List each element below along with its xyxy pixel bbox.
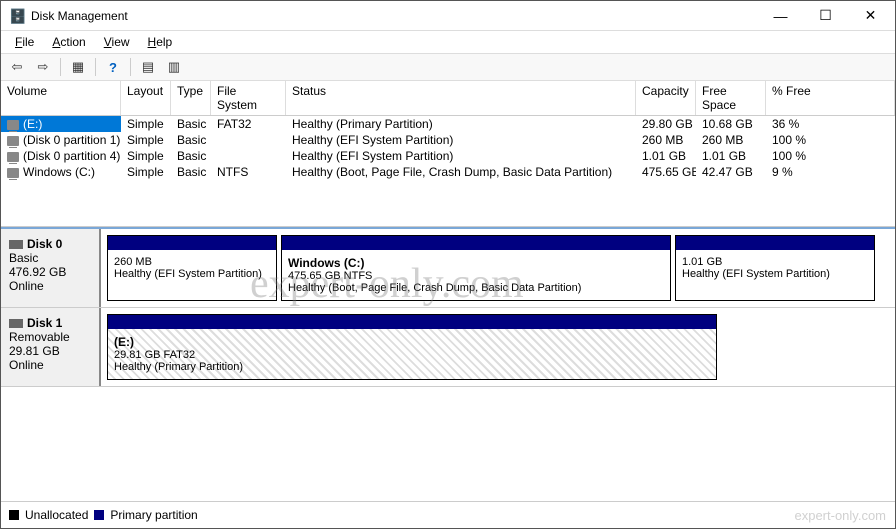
disk-icon — [9, 319, 23, 328]
disk-icon — [9, 240, 23, 249]
partition[interactable]: 260 MBHealthy (EFI System Partition) — [107, 235, 277, 301]
title-bar: 🗄️ Disk Management — ☐ ✕ — [1, 1, 895, 31]
col-filesystem[interactable]: File System — [211, 81, 286, 115]
disk-row: Disk 1Removable29.81 GBOnline(E:)29.81 G… — [1, 308, 895, 387]
close-button[interactable]: ✕ — [848, 1, 893, 31]
col-volume[interactable]: Volume — [1, 81, 121, 115]
disk-partitions: 260 MBHealthy (EFI System Partition)Wind… — [101, 229, 895, 307]
col-layout[interactable]: Layout — [121, 81, 171, 115]
toolbar-separator — [95, 58, 96, 76]
disk-row: Disk 0Basic476.92 GBOnline260 MBHealthy … — [1, 229, 895, 308]
partition-bar — [108, 315, 716, 329]
disk-partitions: (E:)29.81 GB FAT32Healthy (Primary Parti… — [101, 308, 895, 386]
minimize-button[interactable]: — — [758, 1, 803, 31]
col-freespace[interactable]: Free Space — [696, 81, 766, 115]
view-bottom-button[interactable]: ▥ — [162, 56, 186, 78]
col-status[interactable]: Status — [286, 81, 636, 115]
drive-icon — [7, 168, 19, 178]
disk-header[interactable]: Disk 0Basic476.92 GBOnline — [1, 229, 101, 307]
drive-icon — [7, 136, 19, 146]
col-percentfree[interactable]: % Free — [766, 81, 895, 115]
menu-file[interactable]: File — [7, 33, 42, 51]
volume-row[interactable]: (Disk 0 partition 4)SimpleBasicHealthy (… — [1, 148, 895, 164]
legend-primary-label: Primary partition — [110, 508, 197, 522]
partition[interactable]: (E:)29.81 GB FAT32Healthy (Primary Parti… — [107, 314, 717, 380]
app-icon: 🗄️ — [9, 8, 25, 24]
partition[interactable]: 1.01 GBHealthy (EFI System Partition) — [675, 235, 875, 301]
col-type[interactable]: Type — [171, 81, 211, 115]
volume-row[interactable]: (Disk 0 partition 1)SimpleBasicHealthy (… — [1, 132, 895, 148]
toolbar-separator — [60, 58, 61, 76]
partition-bar — [108, 236, 276, 250]
volume-table-header: Volume Layout Type File System Status Ca… — [1, 81, 895, 116]
menu-bar: File Action View Help — [1, 31, 895, 53]
partition-bar — [282, 236, 670, 250]
menu-action[interactable]: Action — [44, 33, 93, 51]
toolbar: ⇦ ⇨ ▦ ? ▤ ▥ — [1, 53, 895, 81]
volume-table: Volume Layout Type File System Status Ca… — [1, 81, 895, 227]
window-title: Disk Management — [31, 9, 758, 23]
legend-unallocated-label: Unallocated — [25, 508, 88, 522]
volume-table-body: (E:)SimpleBasicFAT32Healthy (Primary Par… — [1, 116, 895, 226]
legend: Unallocated Primary partition — [1, 501, 895, 528]
help-button[interactable]: ? — [101, 56, 125, 78]
volume-row[interactable]: (E:)SimpleBasicFAT32Healthy (Primary Par… — [1, 116, 895, 132]
legend-unallocated-swatch — [9, 510, 19, 520]
drive-icon — [7, 120, 19, 130]
back-button[interactable]: ⇦ — [5, 56, 29, 78]
partition-bar — [676, 236, 874, 250]
toolbar-separator — [130, 58, 131, 76]
partition[interactable]: Windows (C:)475.65 GB NTFSHealthy (Boot,… — [281, 235, 671, 301]
menu-help[interactable]: Help — [140, 33, 181, 51]
legend-primary-swatch — [94, 510, 104, 520]
drive-icon — [7, 152, 19, 162]
col-capacity[interactable]: Capacity — [636, 81, 696, 115]
menu-view[interactable]: View — [96, 33, 138, 51]
disk-graphical-pane: Disk 0Basic476.92 GBOnline260 MBHealthy … — [1, 227, 895, 501]
maximize-button[interactable]: ☐ — [803, 1, 848, 31]
disk-header[interactable]: Disk 1Removable29.81 GBOnline — [1, 308, 101, 386]
show-hide-console-tree-button[interactable]: ▦ — [66, 56, 90, 78]
view-top-button[interactable]: ▤ — [136, 56, 160, 78]
volume-row[interactable]: Windows (C:)SimpleBasicNTFSHealthy (Boot… — [1, 164, 895, 180]
forward-button[interactable]: ⇨ — [31, 56, 55, 78]
